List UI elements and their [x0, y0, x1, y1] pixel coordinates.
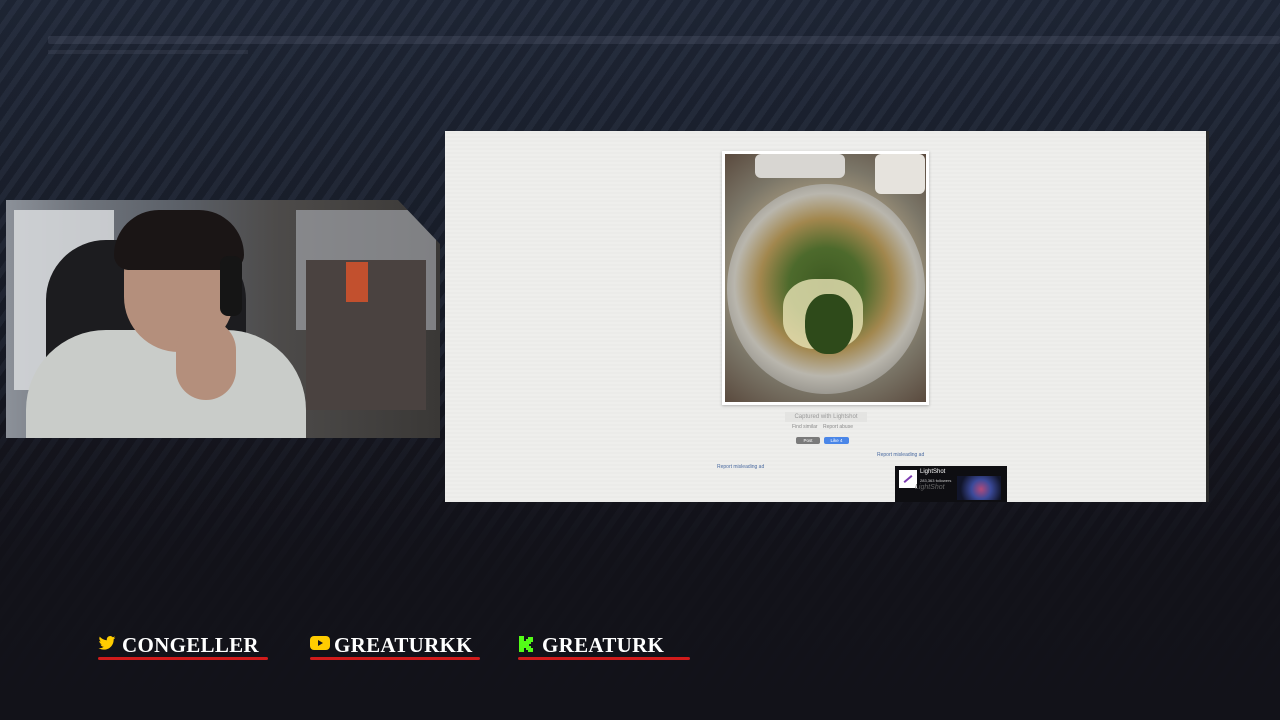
- report-abuse-link[interactable]: Report abuse: [823, 424, 853, 430]
- ad-name: LightShot: [920, 469, 946, 475]
- youtube-handle: GREATURKK: [334, 633, 473, 657]
- captured-with-caption: Captured with Lightshot: [785, 412, 867, 422]
- ad-brand: LightShot: [915, 484, 945, 491]
- youtube-underline: [310, 657, 480, 660]
- lightshot-ad[interactable]: LightShot 283,363 followers LightShot: [895, 466, 1007, 502]
- post-button[interactable]: Post: [796, 437, 820, 444]
- twitter-underline: [98, 657, 268, 660]
- kick-underline: [518, 657, 690, 660]
- webcam-feed: [6, 200, 440, 438]
- report-ad-link-1[interactable]: Report misleading ad: [877, 452, 924, 458]
- twitter-handle: CONGELLER: [122, 633, 259, 657]
- ad-thumbnail: [957, 476, 1001, 500]
- like-button[interactable]: Like 4: [824, 437, 849, 444]
- top-decor-bar-small: [48, 50, 248, 54]
- screenshot-frame: [722, 151, 929, 405]
- kick-icon: [518, 636, 536, 652]
- browser-scrollbar[interactable]: [1206, 131, 1209, 502]
- ad-followers: 283,363 followers: [920, 478, 952, 483]
- image-herbs: [805, 294, 853, 354]
- browser-capture-panel: Captured with Lightshot Find similar Rep…: [445, 131, 1209, 502]
- kick-handle: GREATURK: [542, 633, 665, 657]
- twitter-icon: [98, 636, 116, 650]
- find-similar-link[interactable]: Find similar: [792, 424, 818, 430]
- report-ad-link-2[interactable]: Report misleading ad: [717, 464, 764, 470]
- image-jar: [875, 154, 925, 194]
- webcam-headset: [220, 256, 242, 316]
- image-lid: [755, 154, 845, 178]
- social-handles-bar: CONGELLER GREATURKK GREATURK: [0, 630, 1280, 670]
- webcam-towel: [346, 262, 368, 302]
- youtube-icon: [310, 636, 330, 650]
- top-decor-bar: [48, 36, 1280, 44]
- webcam-person-hand: [176, 320, 236, 400]
- image-actions: Find similar Report abuse: [792, 424, 857, 430]
- share-buttons: Post Like 4: [796, 437, 849, 445]
- food-pot-image[interactable]: [725, 154, 926, 402]
